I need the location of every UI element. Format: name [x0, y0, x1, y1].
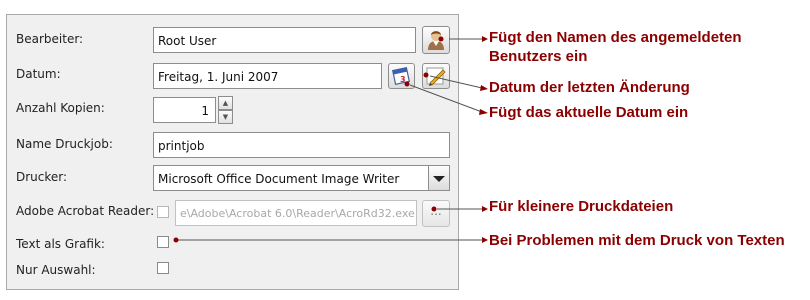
annotation-text-problems: Bei Problemen mit dem Druck von Texten — [489, 232, 785, 249]
annotation-current-date: Fügt das aktuelle Datum ein — [489, 104, 689, 121]
annotation-last-change: Datum der letzten Änderung — [489, 79, 690, 96]
arrow-last-change — [429, 75, 483, 89]
annotation-small-files: Für kleinere Druckdateien — [489, 198, 674, 215]
annotation-user-button: Fügt den Namen des angemeldeten Benutzer… — [489, 29, 742, 65]
arrow-current-date — [409, 84, 483, 113]
